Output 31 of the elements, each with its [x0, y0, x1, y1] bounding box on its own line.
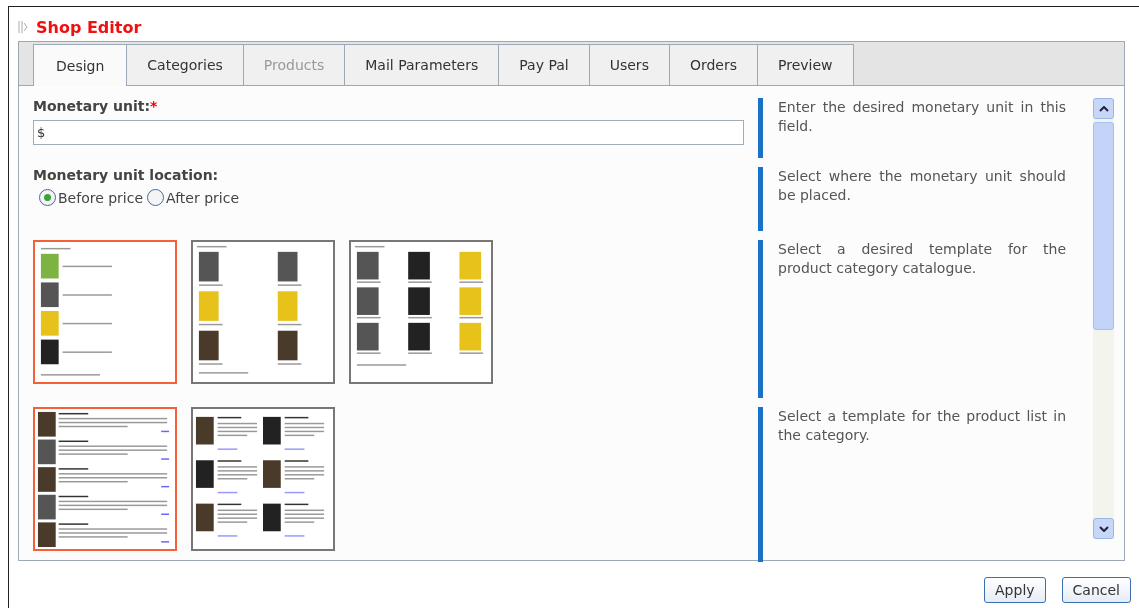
radio-option[interactable]: Before price [39, 189, 144, 206]
dialog-button[interactable]: Cancel [1061, 577, 1131, 603]
grip-icon [18, 20, 28, 34]
scroll-down-button[interactable] [1093, 518, 1114, 539]
tab[interactable]: Categories [127, 44, 244, 85]
tab[interactable]: Design [33, 44, 128, 86]
scrollbar[interactable] [1093, 98, 1114, 539]
dialog-button[interactable]: Apply [984, 577, 1046, 603]
hint-text: Enter the desired monetary unit in this field. [758, 98, 1066, 158]
field-label: Monetary unit:* [33, 98, 159, 114]
template-thumbnail-drawing[interactable] [349, 240, 493, 384]
hint-text: Select a template for the product list in the category. [758, 407, 1066, 562]
scroll-thumb[interactable] [1093, 122, 1114, 330]
chevron-down-icon [1098, 525, 1109, 532]
tab[interactable]: Pay Pal [499, 44, 590, 85]
hint-text: Select where the monetary unit should be placed. [758, 167, 1066, 231]
tab[interactable]: Mail Parameters [345, 44, 500, 85]
template-thumbnail-drawing[interactable] [191, 240, 335, 384]
tab[interactable]: Users [589, 44, 670, 85]
hint-text: Select a desired template for the product category catalogue. [758, 240, 1066, 398]
monetary-unit-field[interactable]: $ [33, 120, 744, 145]
tab[interactable]: Preview [758, 44, 854, 85]
window-title: Shop Editor [36, 17, 142, 37]
tab[interactable]: Orders [669, 44, 759, 85]
template-thumbnail-drawing[interactable] [33, 240, 177, 384]
field-label: Monetary unit location: [33, 167, 220, 183]
chevron-up-icon [1098, 105, 1109, 112]
scroll-up-button[interactable] [1093, 98, 1114, 119]
template-thumbnail-drawing[interactable] [191, 407, 335, 551]
radio-option[interactable]: After price [147, 189, 239, 206]
template-thumbnail-drawing[interactable] [33, 407, 177, 551]
